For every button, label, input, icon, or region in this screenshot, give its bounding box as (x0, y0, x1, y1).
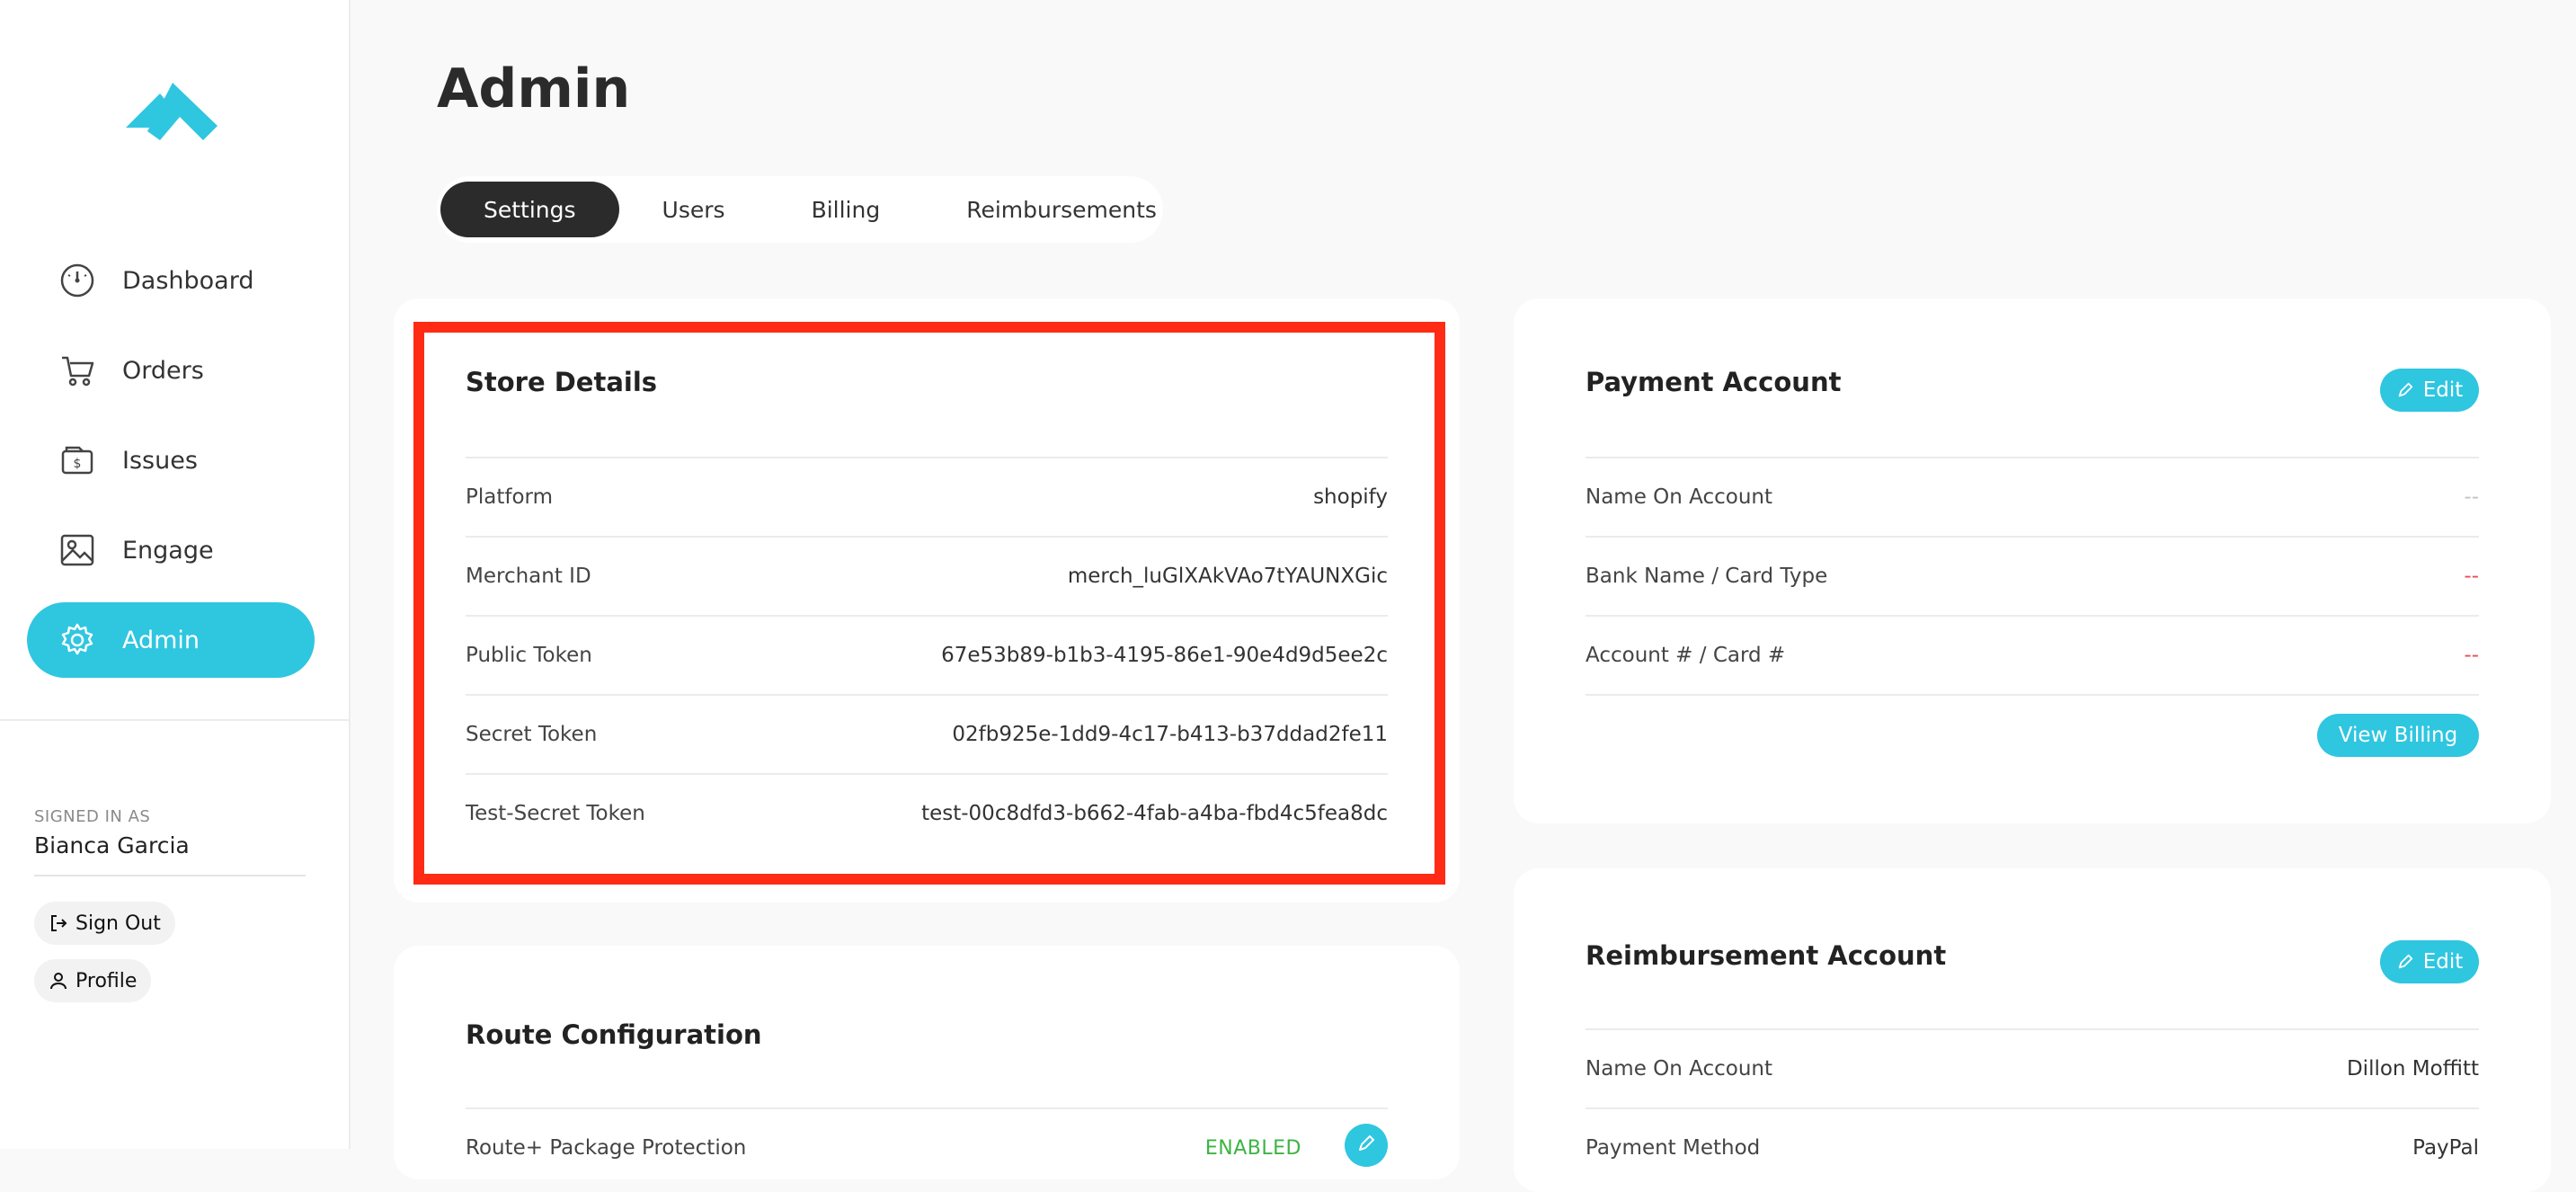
tab-reimbursements[interactable]: Reimbursements (923, 182, 1200, 237)
edit-payment-button[interactable]: Edit (2380, 369, 2479, 412)
tab-settings[interactable]: Settings (440, 182, 619, 237)
row-value: -- (2464, 565, 2479, 588)
row-label: Merchant ID (466, 565, 591, 588)
payment-row-name: Name On Account -- (1586, 457, 2479, 536)
row-label: Route+ Package Protection (466, 1136, 747, 1160)
sidebar-item-label: Admin (122, 626, 200, 654)
view-billing-button[interactable]: View Billing (2317, 714, 2479, 757)
card-title: Route Configuration (466, 1019, 762, 1050)
edit-reimbursement-button[interactable]: Edit (2380, 940, 2479, 983)
sidebar-divider (0, 719, 349, 721)
card-title: Payment Account (1586, 367, 1842, 397)
row-label: Secret Token (466, 723, 598, 746)
row-label: Public Token (466, 644, 592, 667)
route-row-package-protection: Route+ Package Protection ENABLED (466, 1107, 1388, 1187)
sidebar-item-admin[interactable]: Admin (27, 602, 315, 678)
row-value: test-00c8dfd3-b662-4fab-a4ba-fbd4c5fea8d… (921, 802, 1388, 825)
brand-logo[interactable] (124, 81, 218, 144)
row-value: PayPal (2412, 1136, 2479, 1160)
reimbursement-row-method: Payment Method PayPal (1586, 1107, 2479, 1187)
status-badge: ENABLED (1204, 1136, 1301, 1160)
row-label: Test-Secret Token (466, 802, 645, 825)
pencil-icon (1356, 1134, 1376, 1157)
page-title: Admin (437, 58, 631, 120)
row-value: -- (2464, 644, 2479, 667)
sidebar-item-label: Engage (122, 536, 214, 565)
sign-out-button[interactable]: Sign Out (34, 902, 175, 945)
sidebar-item-label: Orders (122, 356, 204, 385)
sidebar-item-label: Dashboard (122, 266, 254, 295)
row-value: merch_luGlXAkVAo7tYAUNXGic (1067, 565, 1388, 588)
sidebar-item-orders[interactable]: Orders (27, 333, 315, 408)
payment-row-bank: Bank Name / Card Type -- (1586, 536, 2479, 615)
sidebar-item-dashboard[interactable]: Dashboard (27, 243, 315, 318)
folder-dollar-icon: $ (58, 440, 97, 480)
row-value: -- (2464, 485, 2479, 509)
payment-account-card: Payment Account Edit Name On Account -- … (1514, 298, 2551, 823)
sign-out-label: Sign Out (76, 912, 161, 935)
user-icon (49, 971, 68, 991)
pencil-icon (2396, 380, 2416, 400)
store-details-card: Store Details Platform shopify Merchant … (394, 298, 1460, 903)
edit-label: Edit (2422, 950, 2464, 974)
profile-button[interactable]: Profile (34, 959, 152, 1002)
tab-users[interactable]: Users (619, 182, 768, 237)
sidebar-nav: Dashboard Orders $ Issues Engage Admin (27, 243, 315, 692)
card-title: Store Details (466, 367, 658, 397)
row-divider (1586, 694, 2479, 696)
user-name: Bianca Garcia (34, 832, 190, 858)
tab-billing[interactable]: Billing (768, 182, 924, 237)
admin-tabs: Settings Users Billing Reimbursements (437, 176, 1163, 243)
card-title: Reimbursement Account (1586, 940, 1947, 971)
row-label: Account # / Card # (1586, 644, 1786, 667)
store-row-public-token: Public Token 67e53b89-b1b3-4195-86e1-90e… (466, 615, 1388, 694)
row-label: Name On Account (1586, 485, 1773, 509)
sidebar-item-engage[interactable]: Engage (27, 512, 315, 588)
svg-text:$: $ (74, 457, 82, 471)
payment-row-account: Account # / Card # -- (1586, 615, 2479, 694)
cart-icon (58, 351, 97, 390)
reimbursement-account-card: Reimbursement Account Edit Name On Accou… (1514, 868, 2551, 1192)
store-row-test-secret-token: Test-Secret Token test-00c8dfd3-b662-4fa… (466, 773, 1388, 852)
row-value: shopify (1313, 485, 1388, 509)
reimbursement-row-name: Name On Account Dillon Moffitt (1586, 1028, 2479, 1107)
edit-route-button[interactable] (1345, 1124, 1388, 1167)
row-value: Dillon Moffitt (2346, 1057, 2479, 1081)
row-label: Payment Method (1586, 1136, 1761, 1160)
dashboard-gauge-icon (58, 261, 97, 300)
signed-in-label: SIGNED IN AS (34, 807, 151, 826)
row-value: 67e53b89-b1b3-4195-86e1-90e4d9d5ee2c (941, 644, 1388, 667)
row-label: Name On Account (1586, 1057, 1773, 1081)
row-value: 02fb925e-1dd9-4c17-b413-b37ddad2fe11 (952, 723, 1388, 746)
user-divider (34, 875, 306, 876)
sign-out-icon (49, 913, 68, 933)
sidebar-item-issues[interactable]: $ Issues (27, 423, 315, 498)
profile-label: Profile (76, 969, 138, 992)
row-label: Bank Name / Card Type (1586, 565, 1828, 588)
sidebar: Dashboard Orders $ Issues Engage Admin S… (0, 0, 351, 1149)
pencil-icon (2396, 952, 2416, 972)
store-row-platform: Platform shopify (466, 457, 1388, 536)
sidebar-item-label: Issues (122, 446, 198, 475)
gear-icon (58, 620, 97, 660)
image-icon (58, 530, 97, 570)
row-label: Platform (466, 485, 553, 509)
edit-label: Edit (2422, 378, 2464, 402)
route-config-card: Route Configuration Route+ Package Prote… (394, 946, 1460, 1179)
store-row-secret-token: Secret Token 02fb925e-1dd9-4c17-b413-b37… (466, 694, 1388, 773)
store-row-merchant-id: Merchant ID merch_luGlXAkVAo7tYAUNXGic (466, 536, 1388, 615)
